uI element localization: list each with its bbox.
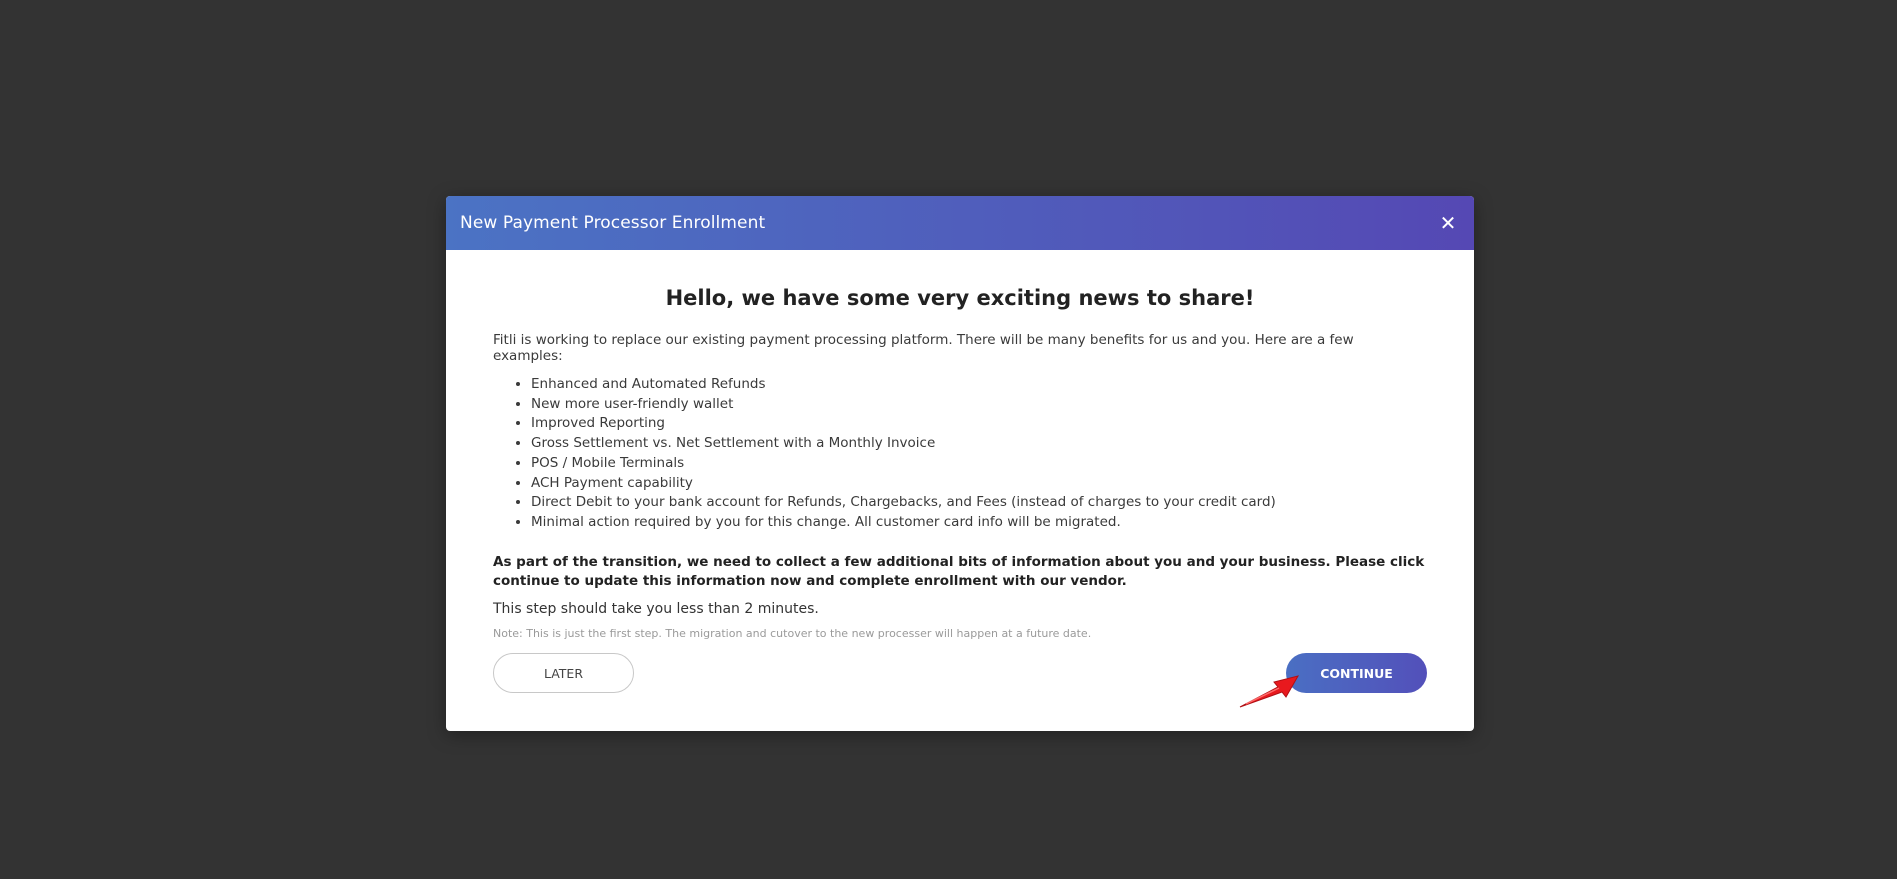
list-item: POS / Mobile Terminals <box>531 454 1427 474</box>
list-item: Direct Debit to your bank account for Re… <box>531 493 1427 513</box>
note-text: Note: This is just the first step. The m… <box>493 626 1092 640</box>
modal-header: New Payment Processor Enrollment ✕ <box>446 196 1474 250</box>
later-button[interactable]: LATER <box>493 653 634 693</box>
intro-text: Fitli is working to replace our existing… <box>493 332 1354 364</box>
list-item: ACH Payment capability <box>531 474 1427 494</box>
list-item: Improved Reporting <box>531 414 1427 434</box>
modal-title: New Payment Processor Enrollment <box>460 213 766 233</box>
red-arrow-icon <box>1239 675 1300 708</box>
step-text: This step should take you less than 2 mi… <box>493 600 819 617</box>
modal-body: Hello, we have some very exciting news t… <box>446 250 1474 640</box>
list-item: Gross Settlement vs. Net Settlement with… <box>531 434 1427 454</box>
enrollment-modal: New Payment Processor Enrollment ✕ Hello… <box>446 196 1474 731</box>
transition-text: As part of the transition, we need to co… <box>493 553 1425 589</box>
close-icon[interactable]: ✕ <box>1436 211 1460 235</box>
list-item: Minimal action required by you for this … <box>531 513 1427 533</box>
headline: Hello, we have some very exciting news t… <box>665 286 1255 310</box>
benefits-list: Enhanced and Automated Refunds New more … <box>493 375 1427 533</box>
list-item: New more user-friendly wallet <box>531 395 1427 415</box>
list-item: Enhanced and Automated Refunds <box>531 375 1427 395</box>
continue-button[interactable]: CONTINUE <box>1286 653 1427 693</box>
